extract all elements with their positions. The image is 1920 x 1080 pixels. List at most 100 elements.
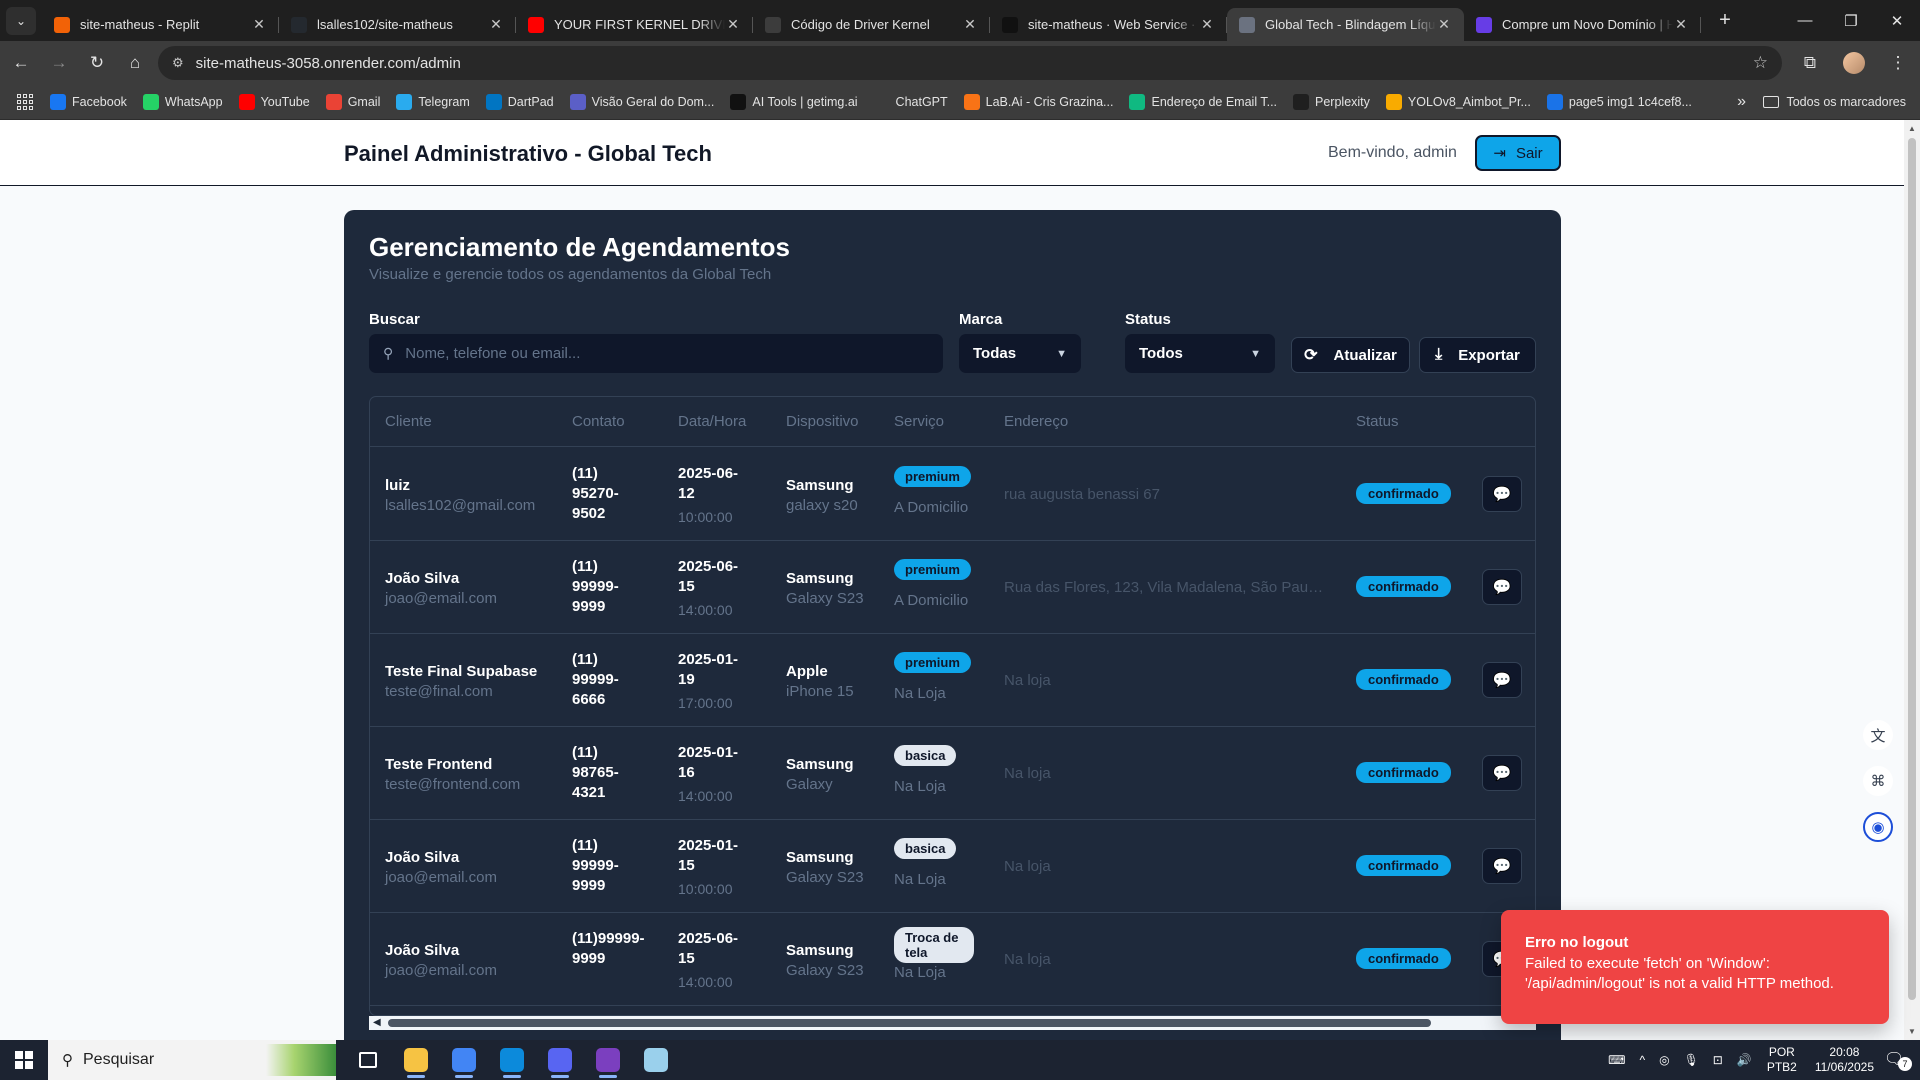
network-icon[interactable]: ⊡ [1713, 1053, 1723, 1067]
all-bookmarks-folder[interactable]: Todos os marcadores [1763, 95, 1906, 109]
restore-button[interactable]: ❐ [1828, 0, 1874, 41]
new-tab-button[interactable]: + [1711, 9, 1739, 32]
message-button[interactable]: 💬 [1482, 476, 1522, 512]
close-tab-icon[interactable]: ✕ [1436, 16, 1452, 33]
close-tab-icon[interactable]: ✕ [488, 16, 504, 33]
show-hidden-icons[interactable]: ^ [1639, 1053, 1645, 1067]
taskbar-app[interactable] [488, 1040, 536, 1080]
bookmark-item[interactable]: page5 img1 1c4cef8... [1546, 93, 1692, 110]
taskbar-app[interactable] [536, 1040, 584, 1080]
minimize-button[interactable]: — [1782, 0, 1828, 41]
table-row[interactable]: luiz lsalles102@gmail.com (11) 95270-9502 2… [370, 448, 1535, 541]
more-bookmarks-icon[interactable]: » [1737, 93, 1746, 111]
search-input[interactable]: ⚲ Nome, telefone ou email... [369, 334, 943, 373]
volume-icon[interactable]: 🔊 [1737, 1053, 1752, 1067]
bookmark-item[interactable]: WhatsApp [142, 93, 223, 110]
error-toast[interactable]: Erro no logout Failed to execute 'fetch'… [1501, 910, 1889, 1024]
logout-button[interactable]: ⇥ Sair [1475, 135, 1561, 171]
scrollbar-thumb[interactable] [388, 1019, 1431, 1027]
close-tab-icon[interactable]: ✕ [725, 16, 741, 33]
microphone-icon[interactable]: 🎙 [1684, 1053, 1699, 1067]
table-row[interactable]: João Silva joao@email.com (11) 99999-9999 2… [370, 820, 1535, 913]
running-indicator [599, 1075, 617, 1078]
table-row[interactable]: João Silva joao@email.com (11)99999-9999 20… [370, 913, 1535, 1006]
start-button[interactable] [0, 1040, 48, 1080]
brand-select[interactable]: Todas ▼ [959, 334, 1081, 373]
bookmark-item[interactable]: YOLOv8_Aimbot_Pr... [1385, 93, 1531, 110]
browser-tab[interactable]: site-matheus · Web Service · Render✕ [990, 8, 1227, 41]
bookmark-item[interactable]: Visão Geral do Dom... [569, 93, 714, 110]
bookmark-star-icon[interactable]: ☆ [1753, 53, 1768, 73]
forward-button[interactable]: → [42, 46, 76, 80]
bookmark-item[interactable]: DartPad [485, 93, 554, 110]
device-model: Galaxy S23 [786, 869, 864, 886]
horizontal-scrollbar[interactable]: ◀ [369, 1016, 1536, 1030]
keyboard-icon[interactable]: ⌨ [1608, 1053, 1625, 1067]
table-row[interactable]: João Silva joao@email.com (11) 99999-9999 2… [370, 541, 1535, 634]
column-header: Contato [572, 413, 625, 430]
browser-tab[interactable]: Código de Driver Kernel ✕ [753, 8, 990, 41]
bookmark-item[interactable]: Perplexity [1293, 93, 1370, 110]
browser-tab[interactable]: lsalles102/site-matheus ✕ [279, 8, 516, 41]
bookmark-item[interactable]: ChatGPT [873, 93, 948, 110]
browser-tab[interactable]: site-matheus - Replit ✕ [42, 8, 279, 41]
message-button[interactable]: 💬 [1482, 662, 1522, 698]
back-button[interactable]: ← [4, 46, 38, 80]
table-row[interactable]: Teste Final Supabase teste@final.com (11) … [370, 634, 1535, 727]
vertical-scrollbar[interactable]: ▲ ▼ [1904, 120, 1920, 1040]
bookmark-item[interactable]: YouTube [238, 93, 310, 110]
client-phone: (11) 99999-9999 [572, 837, 619, 894]
taskbar-app[interactable] [392, 1040, 440, 1080]
bookmark-item[interactable]: Telegram [396, 93, 470, 110]
taskbar-app[interactable] [440, 1040, 488, 1080]
browser-tab[interactable]: Global Tech - Blindagem Líquida ✕ [1227, 8, 1464, 41]
tab-search-button[interactable]: ⌄ [6, 6, 36, 35]
close-tab-icon[interactable]: ✕ [1199, 16, 1215, 33]
notification-center-icon[interactable]: 🗨 7 [1884, 1049, 1912, 1071]
bookmark-item[interactable]: Facebook [50, 93, 127, 110]
welcome-text: Bem-vindo, admin [1328, 144, 1457, 161]
scroll-down-icon[interactable]: ▼ [1908, 1027, 1916, 1036]
close-tab-icon[interactable]: ✕ [251, 16, 267, 33]
camera-icon[interactable]: ◎ [1659, 1053, 1669, 1067]
apps-grid-icon[interactable] [16, 93, 34, 111]
home-button[interactable]: ⌂ [118, 46, 152, 80]
site-info-icon[interactable]: ⚙ [172, 55, 184, 71]
close-window-button[interactable]: ✕ [1874, 0, 1920, 41]
assistant-icon[interactable]: ◉ [1863, 812, 1893, 842]
taskbar-app[interactable] [584, 1040, 632, 1080]
taskbar-search[interactable]: ⚲ Pesquisar [48, 1040, 336, 1080]
chatgpt-icon [765, 16, 781, 33]
taskbar-app[interactable] [632, 1040, 680, 1080]
profile-avatar[interactable] [1832, 51, 1876, 74]
scrollbar-thumb[interactable] [1908, 138, 1916, 1000]
extensions-icon[interactable]: ⧉ [1788, 53, 1832, 73]
refresh-button[interactable]: ⟳ Atualizar [1291, 337, 1410, 373]
lens-icon[interactable]: ⌘ [1863, 766, 1893, 796]
column-header: Data/Hora [678, 413, 747, 430]
bookmark-item[interactable]: LaB.Ai - Cris Grazina... [963, 93, 1113, 110]
reload-button[interactable]: ↻ [80, 46, 114, 80]
scroll-left-icon[interactable]: ◀ [373, 1017, 381, 1028]
translate-icon[interactable]: 文 [1863, 720, 1893, 750]
bookmark-item[interactable]: Gmail [325, 93, 380, 110]
bookmark-item[interactable]: Endereço de Email T... [1129, 93, 1277, 110]
scroll-up-icon[interactable]: ▲ [1908, 124, 1916, 133]
address-bar[interactable]: ⚙ site-matheus-3058.onrender.com/admin ☆ [158, 46, 1782, 80]
input-language[interactable]: POR PTB2 [1767, 1045, 1797, 1075]
close-tab-icon[interactable]: ✕ [962, 16, 978, 33]
message-button[interactable]: 💬 [1482, 569, 1522, 605]
message-button[interactable]: 💬 [1482, 848, 1522, 884]
table-row[interactable]: Teste Frontend teste@frontend.com (11) 987… [370, 727, 1535, 820]
message-button[interactable]: 💬 [1482, 755, 1522, 791]
browser-menu-icon[interactable]: ⋮ [1876, 53, 1920, 73]
browser-tab[interactable]: YOUR FIRST KERNEL DRIVER (FULL GUIDE)✕ [516, 8, 753, 41]
status-select[interactable]: Todos ▼ [1125, 334, 1275, 373]
browser-tab[interactable]: Compre um Novo Domínio | Hostinger✕ [1464, 8, 1701, 41]
close-tab-icon[interactable]: ✕ [1673, 16, 1689, 33]
bookmark-item[interactable]: AI Tools | getimg.ai [730, 93, 858, 110]
taskbar-app[interactable] [344, 1040, 392, 1080]
page-viewport: Painel Administrativo - Global Tech Bem-… [0, 120, 1904, 1040]
clock[interactable]: 20:08 11/06/2025 [1815, 1045, 1874, 1075]
export-button[interactable]: ⤓ Exportar [1419, 337, 1536, 373]
